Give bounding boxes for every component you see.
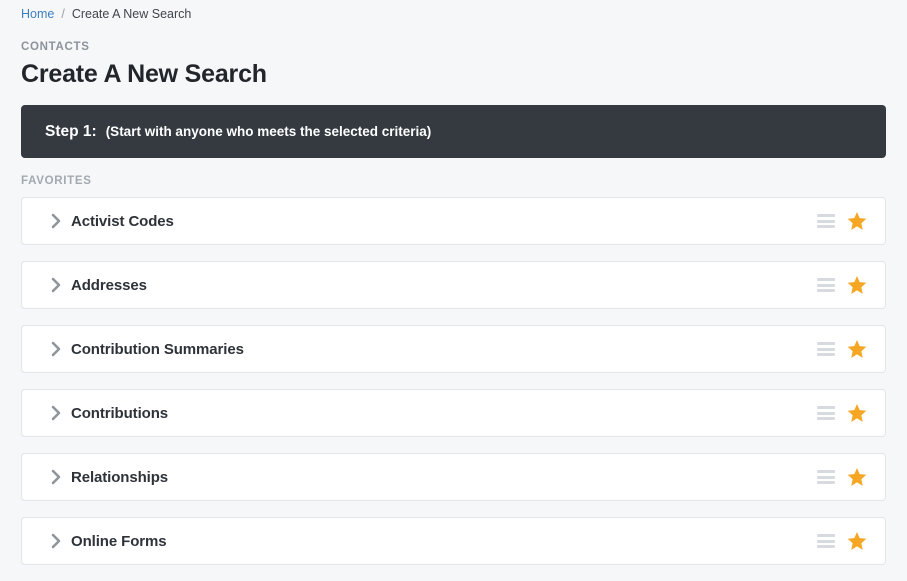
drag-handle-icon[interactable] [817, 278, 835, 292]
star-filled-icon[interactable] [846, 530, 868, 552]
list-item[interactable]: Online Forms [21, 517, 886, 565]
chevron-right-icon[interactable] [51, 277, 62, 293]
breadcrumb-current-page: Create A New Search [72, 6, 192, 22]
drag-handle-icon[interactable] [817, 342, 835, 356]
breadcrumb-separator: / [61, 6, 64, 22]
list-item-main[interactable]: Activist Codes [51, 213, 817, 230]
chevron-right-icon[interactable] [51, 533, 62, 549]
list-item-main[interactable]: Contributions [51, 405, 817, 422]
list-item[interactable]: Relationships [21, 453, 886, 501]
star-filled-icon[interactable] [846, 338, 868, 360]
star-filled-icon[interactable] [846, 210, 868, 232]
list-item-actions [817, 530, 868, 552]
list-item-label: Relationships [71, 469, 168, 486]
page-title: Create A New Search [21, 59, 907, 89]
step-banner-description: (Start with anyone who meets the selecte… [106, 124, 432, 139]
list-item[interactable]: Activist Codes [21, 197, 886, 245]
breadcrumb: Home / Create A New Search [0, 0, 907, 22]
chevron-right-icon[interactable] [51, 469, 62, 485]
drag-handle-icon[interactable] [817, 406, 835, 420]
list-item-label: Contributions [71, 405, 168, 422]
page-eyebrow: CONTACTS [21, 40, 907, 54]
list-item[interactable]: Contribution Summaries [21, 325, 886, 373]
favorites-list: Activist Codes Addresses [21, 197, 886, 565]
chevron-right-icon[interactable] [51, 405, 62, 421]
breadcrumb-home-link[interactable]: Home [21, 6, 54, 22]
create-new-search-page: Home / Create A New Search CONTACTS Crea… [0, 0, 907, 581]
list-item-label: Addresses [71, 277, 147, 294]
list-item-main[interactable]: Addresses [51, 277, 817, 294]
list-item-actions [817, 274, 868, 296]
drag-handle-icon[interactable] [817, 470, 835, 484]
list-item-actions [817, 402, 868, 424]
star-filled-icon[interactable] [846, 402, 868, 424]
list-item-main[interactable]: Contribution Summaries [51, 341, 817, 358]
list-item-label: Activist Codes [71, 213, 174, 230]
list-item-actions [817, 466, 868, 488]
list-item-main[interactable]: Online Forms [51, 533, 817, 550]
list-item-label: Contribution Summaries [71, 341, 244, 358]
chevron-right-icon[interactable] [51, 341, 62, 357]
drag-handle-icon[interactable] [817, 214, 835, 228]
list-item-actions [817, 338, 868, 360]
star-filled-icon[interactable] [846, 274, 868, 296]
list-item[interactable]: Addresses [21, 261, 886, 309]
drag-handle-icon[interactable] [817, 534, 835, 548]
list-item-label: Online Forms [71, 533, 166, 550]
list-item-actions [817, 210, 868, 232]
step-banner-label: Step 1: [45, 123, 97, 141]
star-filled-icon[interactable] [846, 466, 868, 488]
list-item-main[interactable]: Relationships [51, 469, 817, 486]
step-banner: Step 1: (Start with anyone who meets the… [21, 105, 886, 158]
chevron-right-icon[interactable] [51, 213, 62, 229]
favorites-section-label: FAVORITES [21, 174, 907, 188]
list-item[interactable]: Contributions [21, 389, 886, 437]
